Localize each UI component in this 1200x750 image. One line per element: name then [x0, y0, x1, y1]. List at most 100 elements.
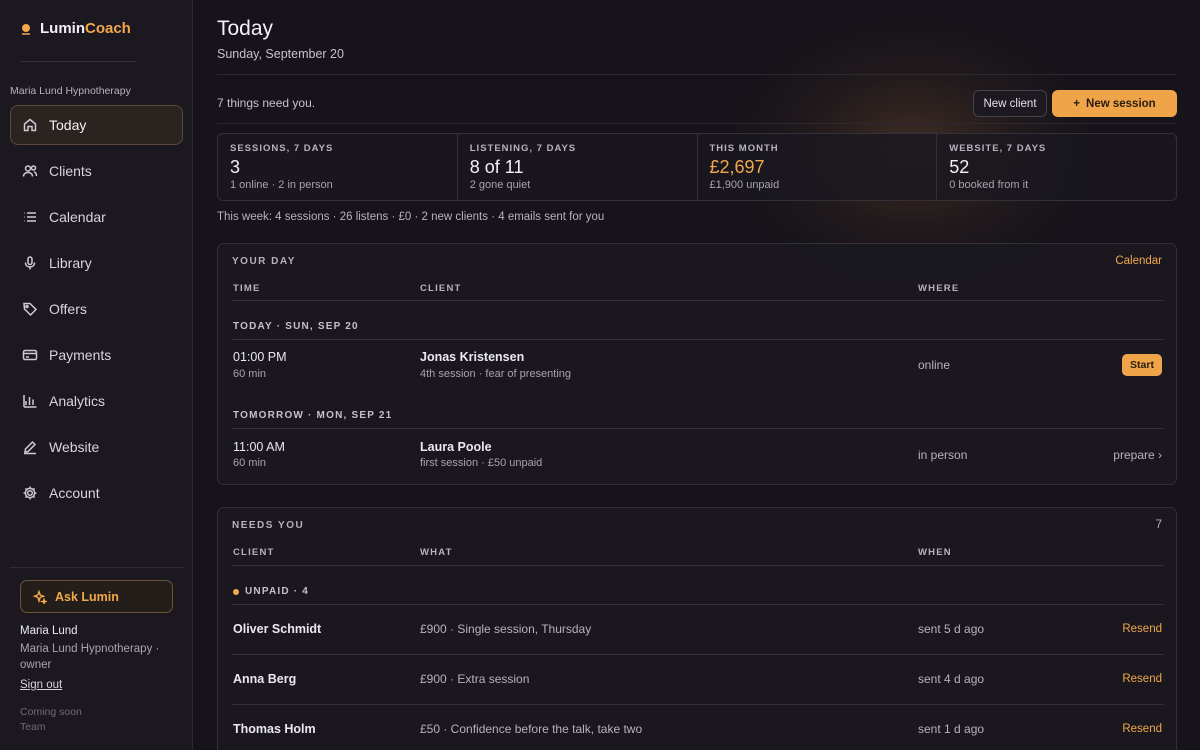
stats-strip: SESSIONS, 7 DAYS 3 1 online · 2 in perso… [217, 133, 1177, 201]
stat-website[interactable]: WEBSITE, 7 DAYS 52 0 booked from it [937, 134, 1176, 200]
row-client: Thomas Holm [233, 722, 316, 736]
needs-you-card: NEEDS YOU 7 CLIENT WHAT WHEN UNPAID · 4 … [217, 507, 1177, 750]
coming-soon-label: Coming soon [20, 706, 82, 718]
sidebar-item-label: Website [49, 439, 100, 455]
sidebar-item-label: Payments [49, 347, 112, 363]
gear-icon [23, 486, 37, 500]
resend-link[interactable]: Resend [1122, 673, 1162, 685]
session-duration: 60 min [233, 457, 267, 469]
stat-this-month[interactable]: THIS MONTH £2,697 £1,900 unpaid [698, 134, 938, 200]
brand-divider [20, 61, 136, 62]
your-day-card: YOUR DAY Calendar TIME CLIENT WHERE TODA… [217, 243, 1177, 485]
session-where: in person [918, 448, 968, 462]
prepare-link[interactable]: prepare › [1113, 448, 1162, 462]
sidebar-item-today[interactable]: Today [10, 105, 183, 145]
tag-icon [23, 302, 38, 317]
microphone-icon [24, 256, 36, 270]
sidebar-item-analytics[interactable]: Analytics [10, 381, 183, 421]
stat-value: 3 [230, 157, 241, 177]
sidebar-item-website[interactable]: Website [10, 427, 183, 467]
ask-lumin-button[interactable]: Ask Lumin [20, 580, 173, 613]
sidebar-item-label: Analytics [49, 393, 106, 409]
group-label-tomorrow: TOMORROW · MON, SEP 21 [233, 410, 393, 421]
new-session-button[interactable]: + New session [1052, 90, 1177, 117]
sidebar-item-label: Account [49, 485, 100, 501]
divider [232, 565, 1164, 566]
row-what: £50 · Confidence before the talk, take t… [420, 722, 643, 736]
new-session-label: New session [1086, 97, 1156, 110]
stat-sub: 2 gone quiet [469, 179, 531, 191]
column-header-client: CLIENT [233, 547, 275, 558]
sidebar-item-payments[interactable]: Payments [10, 335, 183, 375]
sidebar-item-offers[interactable]: Offers [10, 289, 183, 329]
sign-out-link[interactable]: Sign out [20, 679, 62, 691]
bar-chart-icon [23, 395, 37, 408]
home-icon [23, 118, 37, 132]
row-when: sent 1 d ago [918, 722, 985, 736]
stat-sub: 1 online · 2 in person [230, 179, 333, 191]
row-what: £900 · Extra session [420, 672, 530, 686]
session-detail: 4th session · fear of presenting [420, 368, 572, 380]
stat-label: LISTENING, 7 DAYS [469, 143, 577, 154]
logo-icon [20, 22, 32, 36]
column-header-when: WHEN [918, 547, 952, 558]
session-client: Jonas Kristensen [420, 350, 525, 364]
user-name: Maria Lund [20, 625, 78, 637]
needs-summary: 7 things need you. [217, 96, 316, 110]
stat-listening[interactable]: LISTENING, 7 DAYS 8 of 11 2 gone quiet [458, 134, 698, 200]
brand-logo[interactable]: LuminCoach [20, 20, 131, 37]
stat-sub: £1,900 unpaid [709, 179, 780, 191]
resend-link[interactable]: Resend [1122, 623, 1162, 635]
sidebar-item-library[interactable]: Library [10, 243, 183, 283]
stat-value: 52 [949, 157, 970, 177]
card-title: NEEDS YOU [232, 520, 305, 531]
sidebar-item-account[interactable]: Account [10, 473, 183, 513]
calendar-link[interactable]: Calendar [1115, 255, 1162, 267]
stat-value: £2,697 [709, 157, 765, 177]
row-when: sent 5 d ago [918, 622, 985, 636]
session-time: 11:00 AM [233, 440, 285, 454]
ask-lumin-label: Ask Lumin [55, 589, 119, 604]
sidebar-item-calendar[interactable]: Calendar [10, 197, 183, 237]
stat-label: WEBSITE, 7 DAYS [949, 143, 1047, 154]
page-title: Today [217, 17, 274, 40]
new-client-button[interactable]: New client [973, 90, 1047, 117]
group-label-today: TODAY · SUN, SEP 20 [233, 321, 359, 332]
plus-icon: + [1073, 97, 1081, 110]
sidebar-item-clients[interactable]: Clients [10, 151, 183, 191]
list-icon [24, 212, 36, 222]
sidebar-item-label: Library [49, 255, 92, 271]
stat-label: THIS MONTH [709, 143, 779, 154]
row-when: sent 4 d ago [918, 672, 985, 686]
stat-value: 8 of 11 [469, 157, 524, 177]
week-summary: This week: 4 sessions · 26 listens · £0 … [217, 211, 605, 223]
session-client: Laura Poole [420, 440, 492, 454]
brand-name-part2: Coach [85, 20, 131, 37]
column-header-what: WHAT [420, 547, 453, 558]
users-icon [22, 165, 38, 177]
toolbar-divider [217, 123, 1177, 124]
divider [232, 604, 1164, 605]
page-date: Sunday, September 20 [217, 47, 344, 61]
sparkle-icon [33, 589, 47, 604]
header-divider [217, 74, 1177, 75]
divider [232, 704, 1164, 705]
sidebar-item-label: Calendar [49, 209, 106, 225]
user-org: Maria Lund Hypnotherapy · owner [20, 643, 160, 671]
card-title: YOUR DAY [232, 256, 296, 267]
card-icon [22, 349, 38, 361]
column-header-time: TIME [233, 283, 261, 294]
start-session-button[interactable]: Start [1122, 354, 1162, 376]
session-detail: first session · £50 unpaid [420, 457, 543, 469]
unpaid-dot-icon [233, 589, 239, 595]
sidebar-item-label: Today [49, 117, 87, 133]
column-header-where: WHERE [918, 283, 960, 294]
session-where: online [918, 358, 951, 372]
sidebar-item-label: Clients [49, 163, 92, 179]
resend-link[interactable]: Resend [1122, 723, 1162, 735]
group-label-unpaid: UNPAID · 4 [245, 586, 310, 597]
workspace-name: Maria Lund Hypnotherapy [10, 85, 131, 97]
needs-count-badge: 7 [1155, 519, 1162, 531]
sidebar-nav: Today Clients Calendar Library Offers Pa… [10, 105, 183, 519]
stat-sessions[interactable]: SESSIONS, 7 DAYS 3 1 online · 2 in perso… [218, 134, 458, 200]
